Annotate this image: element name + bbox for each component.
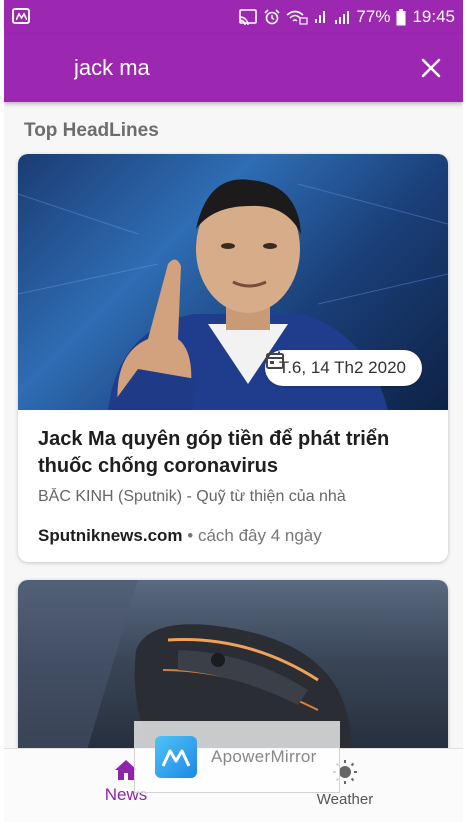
app-frame: 77% 19:45 Top HeadLines: [4, 0, 463, 822]
article-card[interactable]: T.6, 14 Th2 2020 Jack Ma quyên góp tiền …: [18, 154, 448, 562]
sim-1-icon: [314, 9, 328, 25]
nav-weather-label: Weather: [316, 791, 374, 808]
overlay-text: ApowerMirror: [211, 747, 317, 766]
article-date: T.6, 14 Th2 2020: [278, 358, 406, 377]
article-age: • cách đây 4 ngày: [187, 526, 322, 545]
section-title: Top HeadLines: [24, 120, 159, 141]
battery-icon: [396, 8, 406, 26]
cast-icon: [238, 9, 258, 25]
app-bar: [4, 34, 463, 102]
article-source[interactable]: Sputniknews.com: [38, 526, 183, 545]
battery-percent: 77%: [356, 7, 391, 26]
search-input[interactable]: [74, 50, 374, 86]
calendar-icon: [265, 351, 284, 369]
article-description: BẮC KINH (Sputnik) - Quỹ từ thiện của nh…: [38, 488, 346, 505]
close-icon: [421, 58, 441, 78]
status-icons: 77% 19:45: [238, 6, 455, 28]
close-button[interactable]: [417, 54, 445, 82]
alarm-icon: [264, 9, 280, 25]
article-title[interactable]: Jack Ma quyên góp tiền để phát triển thu…: [38, 426, 438, 480]
date-badge: T.6, 14 Th2 2020: [264, 350, 422, 386]
signal-icon: [334, 9, 350, 25]
apowermirror-logo-icon: [155, 736, 197, 778]
article-meta: Sputniknews.com • cách đây 4 ngày: [38, 526, 322, 546]
apowermirror-status-icon: [12, 8, 30, 24]
apowermirror-overlay: ApowerMirror: [134, 721, 340, 793]
wifi-icon: [286, 9, 309, 25]
status-bar: 77% 19:45: [4, 0, 463, 34]
clock: 19:45: [412, 7, 455, 26]
article-image[interactable]: T.6, 14 Th2 2020: [18, 154, 448, 410]
